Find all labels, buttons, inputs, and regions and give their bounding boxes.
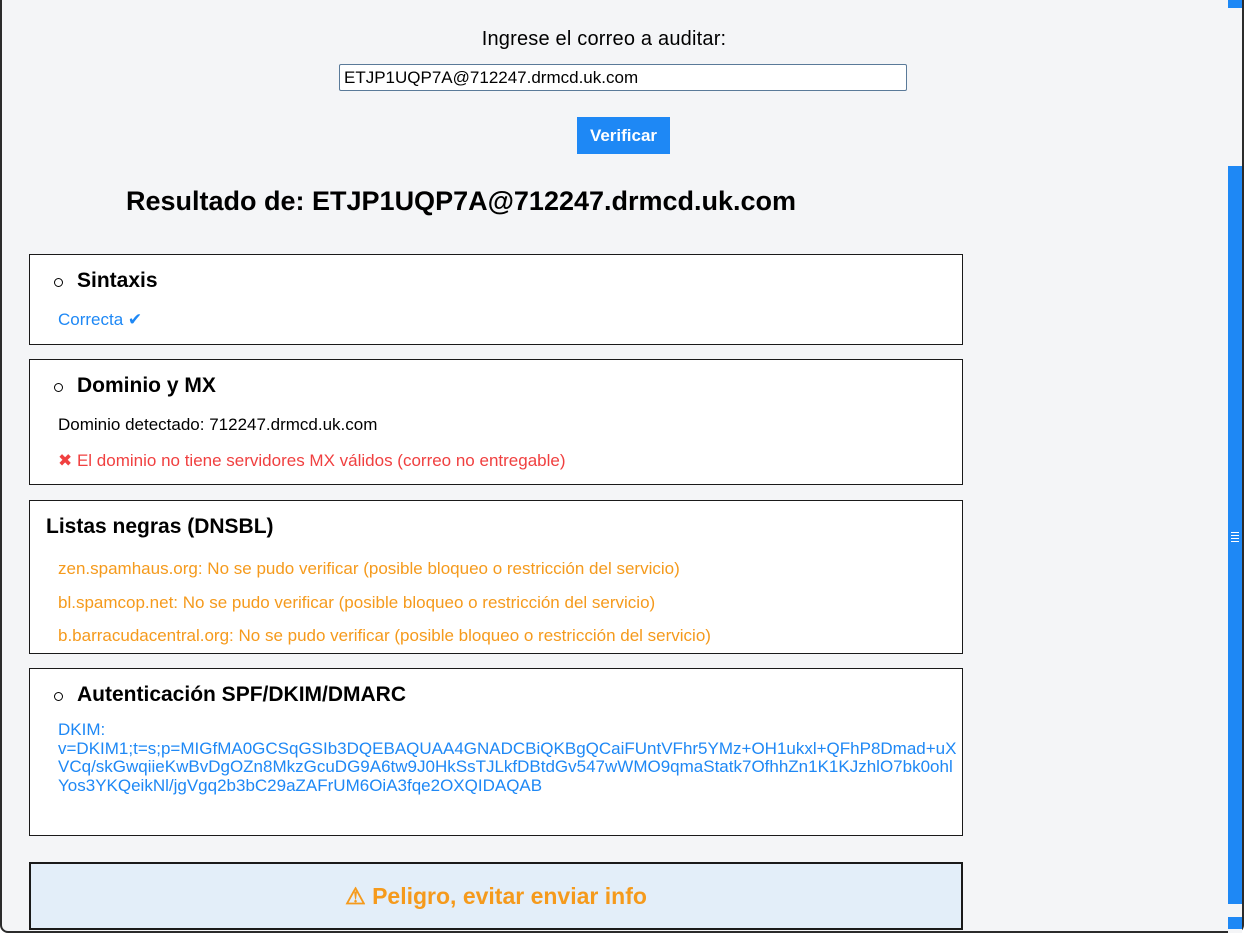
domain-heading: Dominio y MX — [54, 374, 216, 398]
scroll-down-arrow[interactable] — [1228, 917, 1242, 929]
dkim-value: v=DKIM1;t=s;p=MIGfMA0GCSqGSIb3DQEBAQUAA4… — [58, 738, 957, 795]
bullet-icon — [54, 277, 63, 287]
email-prompt-label: Ingrese el correo a auditar: — [481, 28, 727, 50]
syntax-card: Sintaxis Correcta ✔ — [29, 254, 963, 345]
result-title: Resultado de: ETJP1UQP7A@712247.drmcd.uk… — [126, 186, 797, 216]
scrollbar-grip-icon — [1231, 532, 1239, 544]
bullet-icon — [54, 691, 63, 701]
blacklists-heading: Listas negras (DNSBL) — [46, 515, 274, 538]
domain-heading-text: Dominio y MX — [77, 374, 216, 397]
dkim-label: DKIM: — [58, 720, 106, 739]
syntax-heading: Sintaxis — [54, 269, 158, 293]
auth-heading: Autenticación SPF/DKIM/DMARC — [54, 683, 406, 707]
auth-heading-text: Autenticación SPF/DKIM/DMARC — [77, 683, 407, 706]
auth-card: Autenticación SPF/DKIM/DMARC DKIM: v=DKI… — [29, 668, 963, 836]
dnsbl-item-spamcop: bl.spamcop.net: No se pudo verificar (po… — [58, 593, 656, 612]
syntax-status: Correcta ✔ — [58, 310, 143, 329]
syntax-heading-text: Sintaxis — [77, 269, 158, 292]
domain-card: Dominio y MX Dominio detectado: 712247.d… — [29, 359, 963, 485]
page-viewport: Ingrese el correo a auditar: Verificar R… — [0, 0, 1244, 933]
scroll-up-arrow[interactable] — [1228, 0, 1242, 8]
dnsbl-item-barracuda: b.barracudacentral.org: No se pudo verif… — [58, 626, 711, 645]
mx-error-message: ✖ El dominio no tiene servidores MX váli… — [58, 451, 566, 470]
domain-detected: Dominio detectado: 712247.drmcd.uk.com — [58, 415, 378, 434]
bullet-icon — [54, 382, 63, 392]
dkim-record: DKIM: v=DKIM1;t=s;p=MIGfMA0GCSqGSIb3DQEB… — [58, 720, 958, 795]
verify-button[interactable]: Verificar — [577, 117, 670, 154]
verdict-banner: ⚠ Peligro, evitar enviar info — [29, 862, 963, 930]
blacklists-card: Listas negras (DNSBL) zen.spamhaus.org: … — [29, 500, 963, 654]
email-input[interactable] — [339, 64, 907, 91]
dnsbl-item-spamhaus: zen.spamhaus.org: No se pudo verificar (… — [58, 559, 680, 578]
